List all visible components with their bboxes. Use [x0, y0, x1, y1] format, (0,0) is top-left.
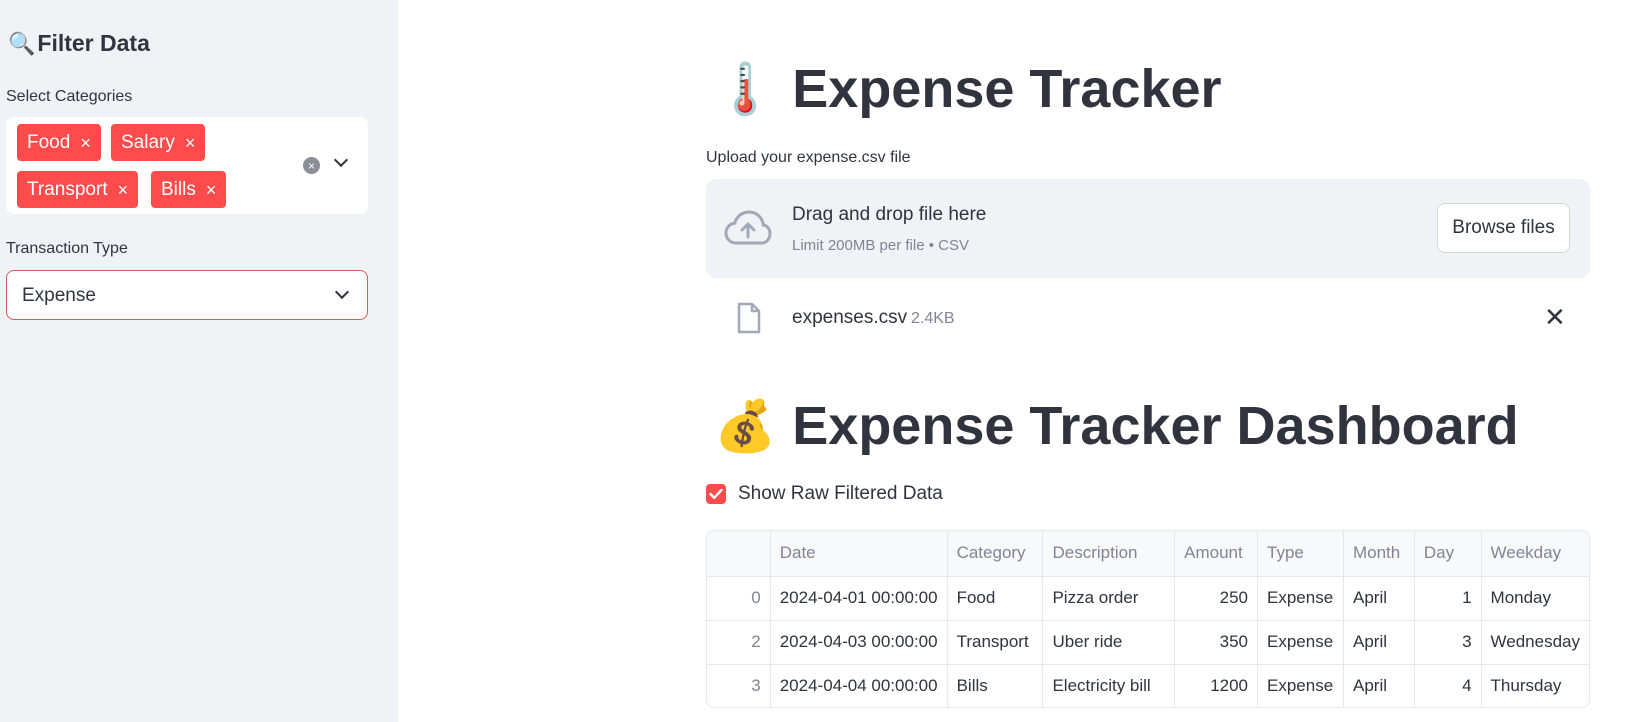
categories-multiselect[interactable]: Food × Salary × Transport × Bills × ×: [6, 117, 368, 214]
chevron-down-icon[interactable]: [333, 152, 349, 168]
clear-all-icon[interactable]: ×: [303, 157, 320, 174]
file-dropzone[interactable]: Drag and drop file here Limit 200MB per …: [706, 179, 1590, 278]
cell-type[interactable]: Expense: [1257, 576, 1344, 621]
file-size: 2.4KB: [911, 310, 955, 327]
column-header-category[interactable]: Category: [947, 531, 1044, 577]
cell-amount[interactable]: 350: [1174, 620, 1259, 665]
upload-label: Upload your expense.csv file: [706, 149, 911, 166]
column-header-amount[interactable]: Amount: [1174, 531, 1259, 577]
show-raw-data-label: Show Raw Filtered Data: [738, 483, 943, 504]
cell-weekday[interactable]: Monday: [1481, 576, 1589, 621]
browse-files-button[interactable]: Browse files: [1437, 203, 1570, 253]
dropzone-limit: Limit 200MB per file • CSV: [792, 237, 969, 254]
dashboard-title: 💰 Expense Tracker Dashboard: [714, 395, 1519, 457]
transaction-type-select[interactable]: Expense: [6, 270, 368, 320]
cell-category[interactable]: Food: [947, 576, 1044, 621]
column-header-month[interactable]: Month: [1343, 531, 1415, 577]
money-bag-icon: 💰: [714, 397, 777, 454]
cell-amount[interactable]: 1200: [1174, 664, 1259, 707]
cell-amount[interactable]: 250: [1174, 576, 1259, 621]
close-icon[interactable]: ✕: [1544, 304, 1566, 330]
sidebar-title: 🔍 Filter Data: [8, 30, 150, 57]
cell-category[interactable]: Transport: [947, 620, 1044, 665]
cell-description[interactable]: Pizza order: [1042, 576, 1176, 621]
category-tag-bills: Bills ×: [151, 171, 227, 208]
cloud-upload-icon: [724, 210, 772, 245]
row-index[interactable]: 0: [707, 576, 771, 621]
table-row: 2 2024-04-03 00:00:00 Transport Uber rid…: [707, 620, 1589, 665]
show-raw-data-checkbox[interactable]: [706, 484, 726, 504]
cell-description[interactable]: Electricity bill: [1042, 664, 1176, 707]
cell-type[interactable]: Expense: [1257, 620, 1344, 665]
dropzone-instructions: Drag and drop file here: [792, 204, 987, 225]
column-header-index[interactable]: [707, 531, 771, 577]
file-name: expenses.csv: [792, 307, 908, 328]
category-tag-food: Food ×: [17, 124, 101, 161]
cell-date[interactable]: 2024-04-01 00:00:00: [770, 576, 948, 621]
page-title: 🌡️ Expense Tracker: [714, 58, 1222, 120]
magnifier-icon: 🔍: [8, 30, 36, 56]
transaction-type-label: Transaction Type: [6, 240, 128, 257]
thermometer-icon: 🌡️: [714, 60, 777, 117]
show-raw-data-checkbox-row[interactable]: Show Raw Filtered Data: [706, 483, 943, 505]
chevron-down-icon[interactable]: [334, 284, 350, 300]
cell-month[interactable]: April: [1343, 620, 1415, 665]
cell-day[interactable]: 3: [1414, 620, 1482, 665]
dashboard-title-text: Expense Tracker Dashboard: [792, 396, 1519, 456]
column-header-date[interactable]: Date: [770, 531, 948, 577]
data-table[interactable]: Date Category Description Amount Type Mo…: [706, 530, 1590, 708]
cell-type[interactable]: Expense: [1257, 664, 1344, 707]
cell-day[interactable]: 4: [1414, 664, 1482, 707]
page-title-text: Expense Tracker: [792, 59, 1222, 119]
cell-date[interactable]: 2024-04-04 00:00:00: [770, 664, 948, 707]
row-index[interactable]: 3: [707, 664, 771, 707]
table-row: 0 2024-04-01 00:00:00 Food Pizza order 2…: [707, 576, 1589, 621]
column-header-weekday[interactable]: Weekday: [1481, 531, 1589, 577]
remove-tag-icon[interactable]: ×: [206, 181, 217, 199]
remove-tag-icon[interactable]: ×: [185, 134, 196, 152]
cell-date[interactable]: 2024-04-03 00:00:00: [770, 620, 948, 665]
cell-weekday[interactable]: Wednesday: [1481, 620, 1589, 665]
cell-month[interactable]: April: [1343, 664, 1415, 707]
sidebar-title-text: Filter Data: [37, 30, 150, 56]
category-tag-salary: Salary ×: [111, 124, 206, 161]
cell-month[interactable]: April: [1343, 576, 1415, 621]
remove-tag-icon[interactable]: ×: [118, 181, 129, 199]
check-icon: [709, 488, 723, 499]
categories-label: Select Categories: [6, 88, 133, 105]
row-index[interactable]: 2: [707, 620, 771, 665]
column-header-type[interactable]: Type: [1257, 531, 1344, 577]
cell-description[interactable]: Uber ride: [1042, 620, 1176, 665]
table-row: 3 2024-04-04 00:00:00 Bills Electricity …: [707, 664, 1589, 707]
transaction-type-value: Expense: [22, 285, 96, 306]
column-header-day[interactable]: Day: [1414, 531, 1482, 577]
cell-category[interactable]: Bills: [947, 664, 1044, 707]
column-header-description[interactable]: Description: [1042, 531, 1176, 577]
category-tag-transport: Transport ×: [17, 171, 139, 208]
uploaded-file: expenses.csv 2.4KB ✕: [706, 298, 1590, 338]
cell-day[interactable]: 1: [1414, 576, 1482, 621]
sidebar: 🔍 Filter Data Select Categories Food × S…: [0, 0, 398, 722]
table-header-row: Date Category Description Amount Type Mo…: [707, 531, 1589, 577]
cell-weekday[interactable]: Thursday: [1481, 664, 1589, 707]
remove-tag-icon[interactable]: ×: [80, 134, 91, 152]
file-icon: [737, 302, 761, 334]
